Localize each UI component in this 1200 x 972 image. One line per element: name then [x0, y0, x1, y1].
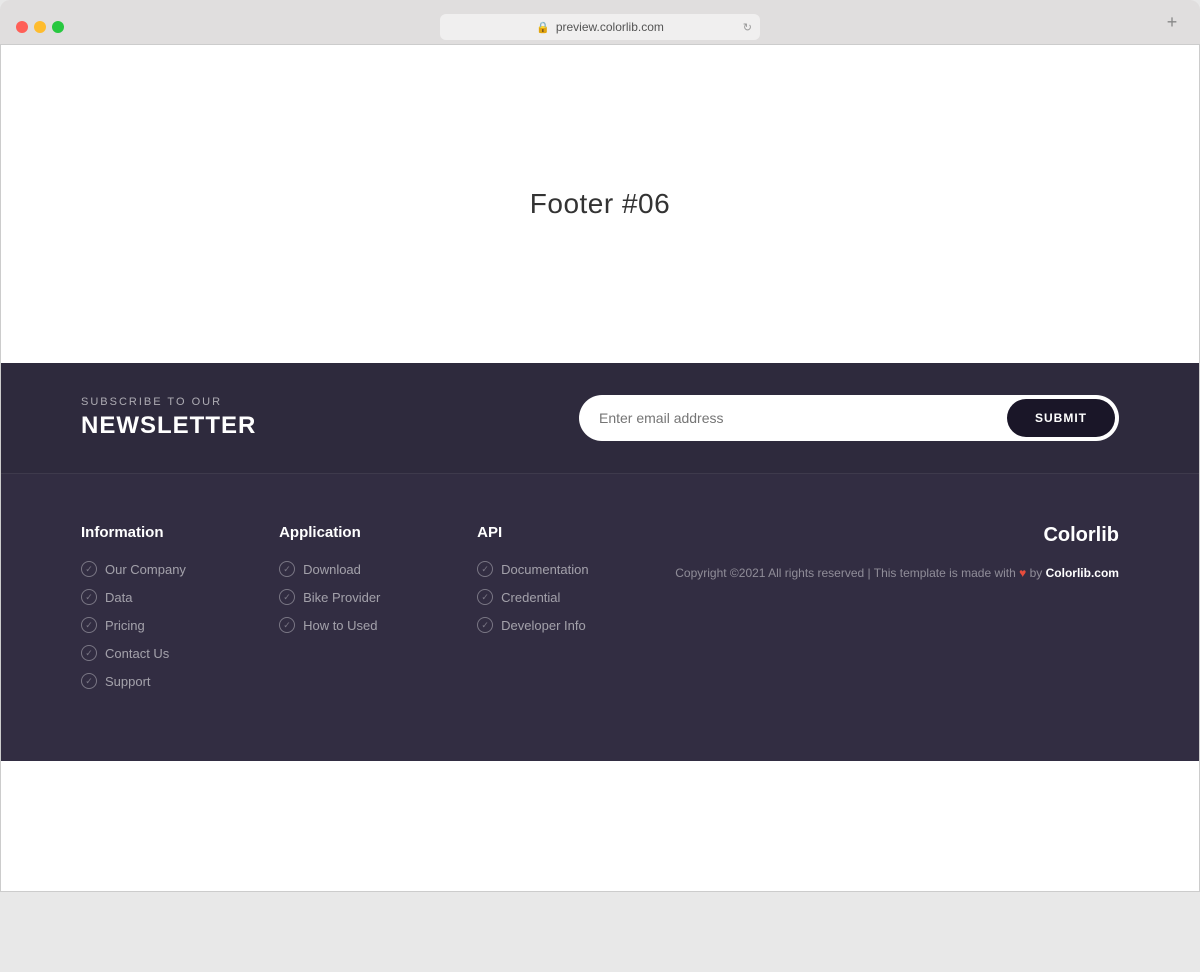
list-item: Data: [81, 589, 211, 605]
footer-link-our-company[interactable]: Our Company: [105, 562, 186, 577]
address-bar: 🔒 preview.colorlib.com ↻: [440, 14, 760, 40]
list-item: Bike Provider: [279, 589, 409, 605]
check-icon: [81, 617, 97, 633]
footer-link-contact-us[interactable]: Contact Us: [105, 646, 169, 661]
brand-name: Colorlib: [675, 524, 1119, 547]
heart-icon: ♥: [1019, 566, 1029, 580]
browser-dots: [16, 21, 64, 33]
footer-link-documentation[interactable]: Documentation: [501, 562, 588, 577]
browser-chrome: 🔒 preview.colorlib.com ↻ +: [0, 0, 1200, 44]
email-input[interactable]: [599, 410, 1007, 426]
page-title: Footer #06: [530, 188, 670, 220]
check-icon: [81, 645, 97, 661]
lock-icon: 🔒: [536, 21, 550, 34]
footer-link-credential[interactable]: Credential: [501, 590, 560, 605]
check-icon: [279, 561, 295, 577]
browser-content: Footer #06 SUBSCRIBE TO OUR NEWSLETTER S…: [0, 44, 1200, 892]
footer-link-bike-provider[interactable]: Bike Provider: [303, 590, 380, 605]
refresh-icon[interactable]: ↻: [743, 21, 752, 34]
list-item: Download: [279, 561, 409, 577]
footer-heading-application: Application: [279, 524, 409, 541]
url-text: preview.colorlib.com: [556, 20, 664, 34]
newsletter-title: NEWSLETTER: [81, 412, 256, 440]
list-item: Credential: [477, 589, 607, 605]
newsletter-section: SUBSCRIBE TO OUR NEWSLETTER SUBMIT: [1, 363, 1199, 474]
check-icon: [81, 589, 97, 605]
list-item: Contact Us: [81, 645, 211, 661]
check-icon: [81, 561, 97, 577]
check-icon: [477, 589, 493, 605]
newsletter-form: SUBMIT: [579, 395, 1119, 441]
new-tab-button[interactable]: +: [1160, 10, 1184, 34]
footer-link-developer-info[interactable]: Developer Info: [501, 618, 586, 633]
footer-link-how-to-used[interactable]: How to Used: [303, 618, 377, 633]
list-item: Support: [81, 673, 211, 689]
list-item: How to Used: [279, 617, 409, 633]
footer-link-pricing[interactable]: Pricing: [105, 618, 145, 633]
footer-heading-information: Information: [81, 524, 211, 541]
footer-col-brand: Colorlib Copyright ©2021 All rights rese…: [675, 524, 1119, 701]
page-white-section: Footer #06: [1, 45, 1199, 363]
copyright-by: by: [1030, 566, 1043, 580]
copyright-main: Copyright ©2021 All rights reserved | Th…: [675, 566, 1016, 580]
dot-minimize[interactable]: [34, 21, 46, 33]
footer-col-application: Application Download Bike Provider How t…: [279, 524, 409, 701]
footer-link-download[interactable]: Download: [303, 562, 361, 577]
footer-col-api: API Documentation Credential Developer I…: [477, 524, 607, 701]
dot-maximize[interactable]: [52, 21, 64, 33]
footer-link-data[interactable]: Data: [105, 590, 132, 605]
check-icon: [279, 617, 295, 633]
footer-section: Information Our Company Data Pricing Con…: [1, 474, 1199, 761]
check-icon: [477, 617, 493, 633]
newsletter-label: SUBSCRIBE TO OUR NEWSLETTER: [81, 396, 256, 440]
footer-col-information: Information Our Company Data Pricing Con…: [81, 524, 211, 701]
list-item: Our Company: [81, 561, 211, 577]
footer-heading-api: API: [477, 524, 607, 541]
bottom-strip: [1, 761, 1199, 891]
check-icon: [279, 589, 295, 605]
check-icon: [477, 561, 493, 577]
dot-close[interactable]: [16, 21, 28, 33]
check-icon: [81, 673, 97, 689]
colorlib-link[interactable]: Colorlib.com: [1046, 566, 1119, 580]
list-item: Pricing: [81, 617, 211, 633]
list-item: Developer Info: [477, 617, 607, 633]
newsletter-subtitle: SUBSCRIBE TO OUR: [81, 396, 256, 408]
copyright-text: Copyright ©2021 All rights reserved | Th…: [675, 563, 1119, 585]
list-item: Documentation: [477, 561, 607, 577]
submit-button[interactable]: SUBMIT: [1007, 399, 1115, 437]
footer-link-support[interactable]: Support: [105, 674, 151, 689]
